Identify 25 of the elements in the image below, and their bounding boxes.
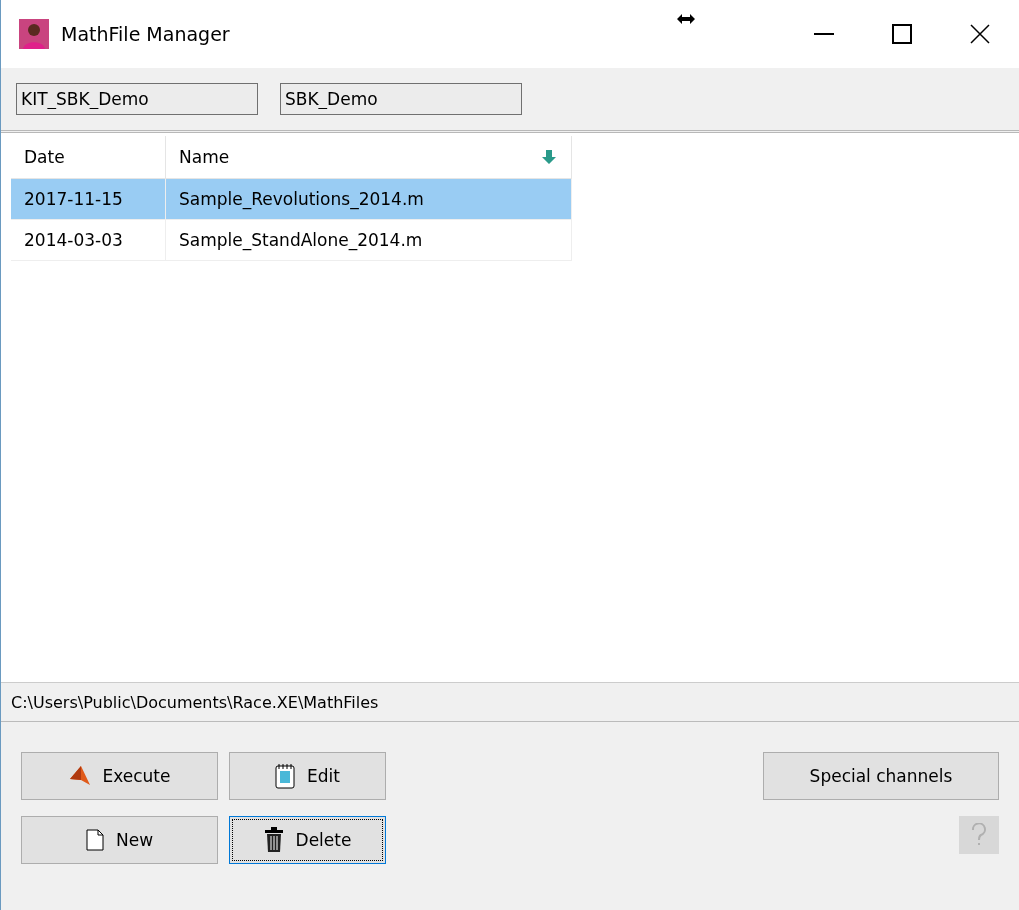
column-label: Name xyxy=(179,147,230,167)
document-icon xyxy=(85,829,104,851)
avatar-icon xyxy=(19,19,49,49)
table-cell[interactable]: 2017-11-15 xyxy=(11,179,166,220)
text-field[interactable]: SBK_Demo xyxy=(280,83,522,115)
toolbar-button[interactable]: Execute xyxy=(21,752,218,800)
table-cell[interactable]: Sample_Revolutions_2014.m xyxy=(166,179,572,220)
toolbar-button[interactable]: Delete xyxy=(229,816,386,864)
special-channels-button[interactable]: Special channels xyxy=(763,752,999,800)
toolbar-button[interactable]: Edit xyxy=(229,752,386,800)
table-cell[interactable]: Sample_StandAlone_2014.m xyxy=(166,220,572,261)
resize-cursor-icon xyxy=(677,14,695,24)
text-field[interactable]: KIT_SBK_Demo xyxy=(16,83,258,115)
trash-icon xyxy=(263,827,284,853)
help-icon xyxy=(971,823,987,847)
close-icon xyxy=(970,24,990,44)
toolbar-button[interactable]: New xyxy=(21,816,218,864)
column-label: Date xyxy=(24,147,65,167)
notepad-icon xyxy=(275,763,296,789)
cone-icon xyxy=(68,765,91,787)
minimize-icon xyxy=(814,33,834,35)
table-cell[interactable]: 2014-03-03 xyxy=(11,220,166,261)
maximize-icon xyxy=(892,24,912,44)
path-label: C:\Users\Public\Documents\Race.XE\MathFiles xyxy=(1,683,1019,722)
window-title: MathFile Manager xyxy=(61,23,231,45)
